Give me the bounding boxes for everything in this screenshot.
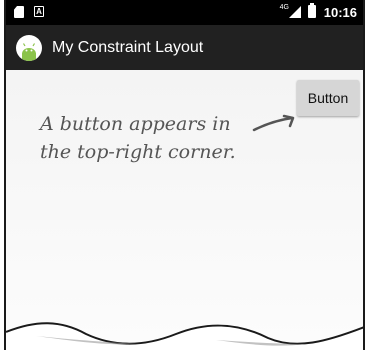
signal-icon (289, 6, 301, 18)
torn-edge-decoration (6, 322, 363, 350)
constraint-layout: Button A button appears in the top-right… (6, 70, 363, 350)
network-label: 4G (279, 4, 289, 11)
app-title: My Constraint Layout (52, 39, 204, 56)
top-right-button[interactable]: Button (297, 80, 359, 116)
status-time: 10:16 (323, 5, 357, 20)
sim-icon (14, 6, 24, 18)
a-icon: A (34, 6, 44, 17)
app-bar: My Constraint Layout (6, 25, 363, 70)
phone-screen: A 4G 10:16 My Constraint Layout Button A… (4, 0, 365, 350)
arrow-icon (252, 114, 295, 132)
annotation-line-2: the top-right corner. (40, 141, 236, 163)
android-icon (16, 35, 42, 61)
status-bar: A 4G 10:16 (6, 0, 363, 25)
battery-icon (308, 3, 316, 18)
